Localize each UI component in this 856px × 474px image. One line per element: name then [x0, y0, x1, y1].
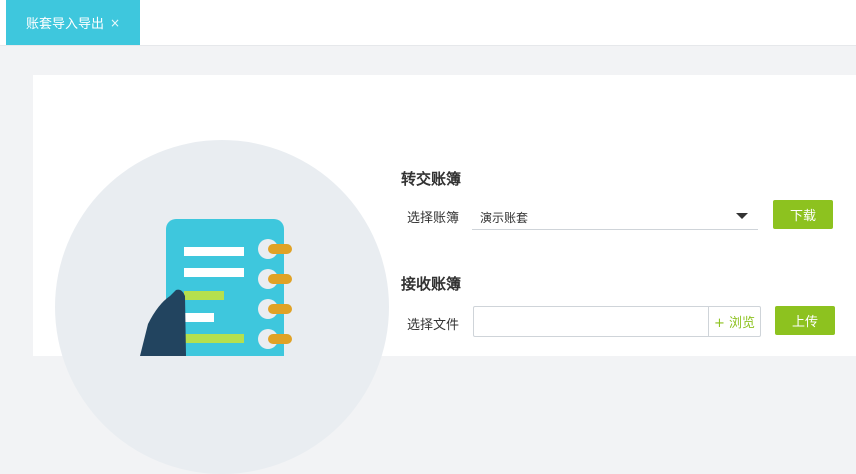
- download-button[interactable]: 下载: [773, 200, 833, 229]
- tab-label: 账套导入导出: [25, 17, 104, 32]
- chevron-down-icon[interactable]: [736, 213, 748, 219]
- notebook-illustration: [140, 219, 292, 356]
- tab-ledger-import-export[interactable]: 账套导入导出 ×: [6, 0, 140, 45]
- hand-shape: [140, 289, 186, 356]
- select-file-label: 选择文件: [407, 318, 460, 333]
- upload-button[interactable]: 上传: [775, 306, 835, 335]
- close-icon[interactable]: ×: [110, 16, 120, 30]
- top-tab-bar: 账套导入导出 ×: [0, 0, 856, 46]
- browse-button[interactable]: + 浏览: [708, 307, 760, 336]
- ledger-select[interactable]: 演示账套: [472, 203, 758, 230]
- ledger-select-value: 演示账套: [480, 211, 529, 225]
- file-path-input[interactable]: + 浏览: [473, 306, 761, 337]
- select-ledger-label: 选择账簿: [407, 211, 460, 226]
- receive-section-title: 接收账簿: [401, 275, 462, 293]
- transfer-section-title: 转交账簿: [401, 170, 462, 188]
